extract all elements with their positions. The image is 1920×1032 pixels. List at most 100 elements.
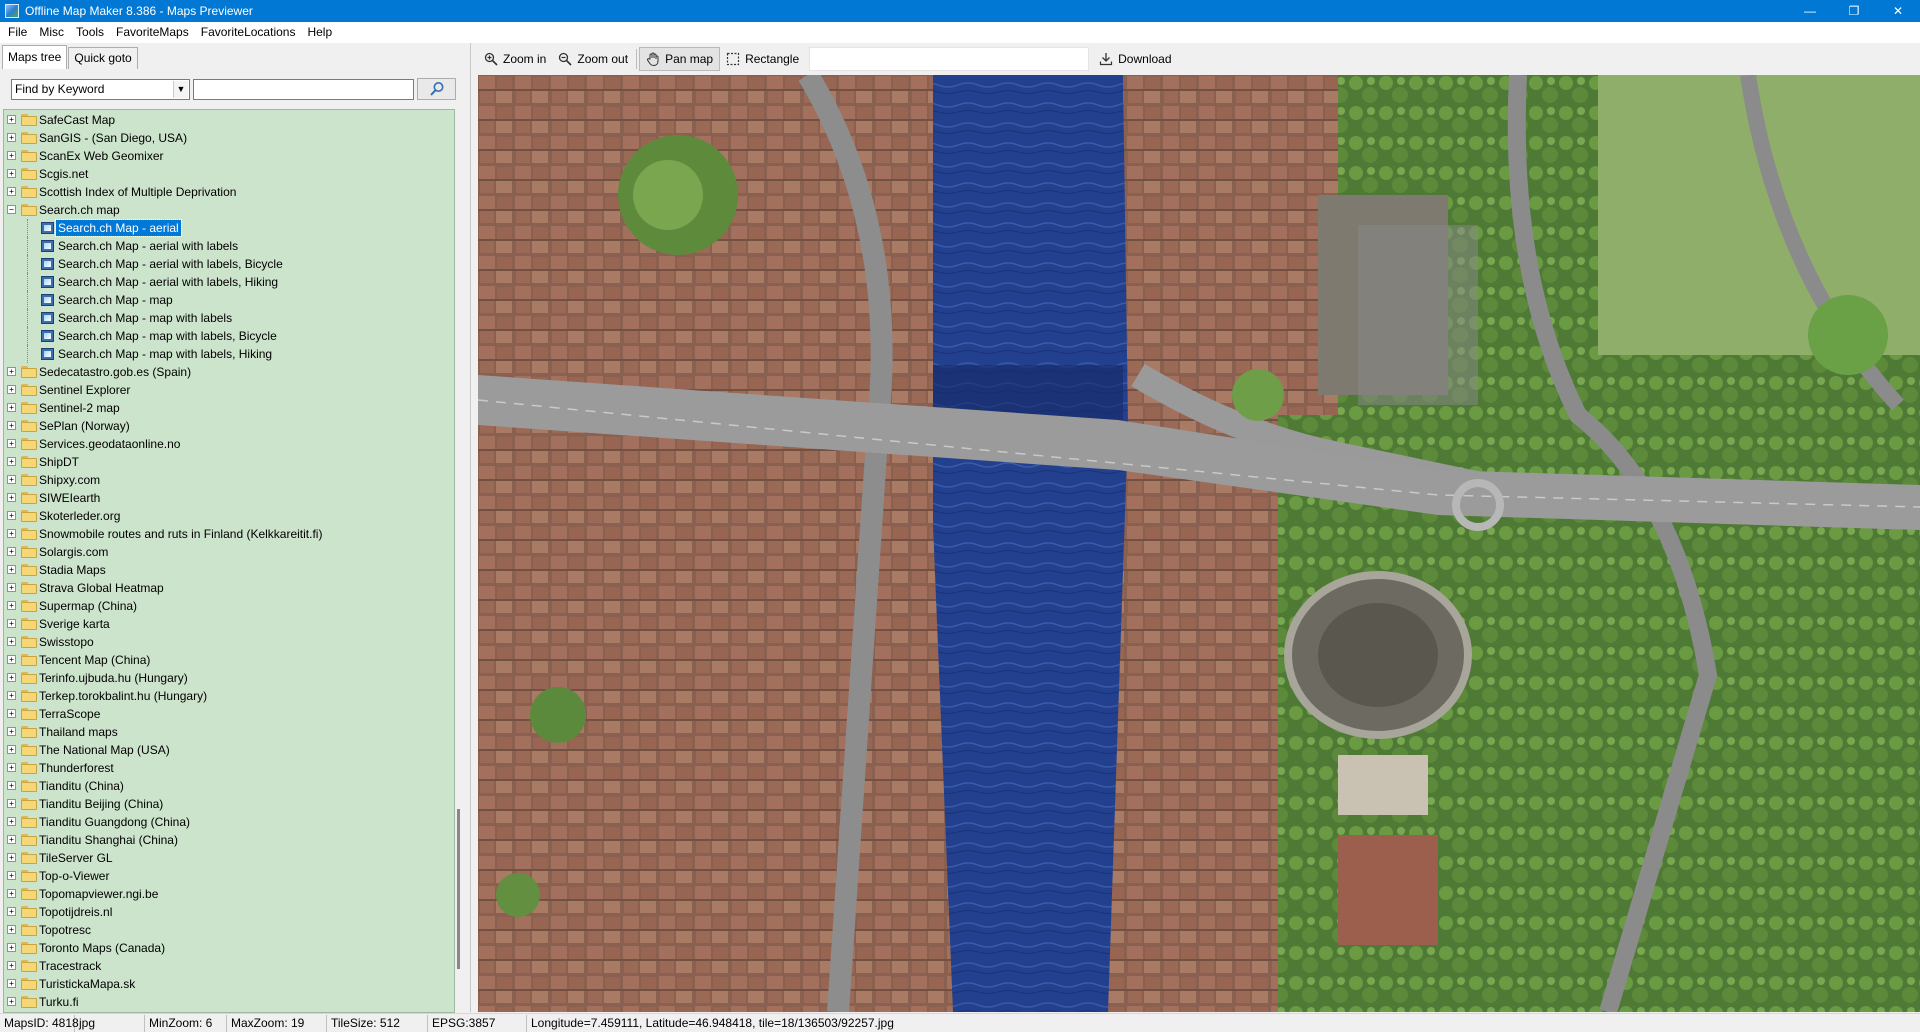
tree-folder[interactable]: + Tianditu (China) [4, 777, 454, 795]
expand-icon[interactable]: + [7, 115, 16, 124]
tree-map-item[interactable]: Search.ch Map - map with labels, Hiking [4, 345, 454, 363]
tree-map-item[interactable]: Search.ch Map - map with labels, Bicycle [4, 327, 454, 345]
menu-favorite-locations[interactable]: FavoriteLocations [195, 22, 302, 43]
tree-folder[interactable]: + Supermap (China) [4, 597, 454, 615]
expand-icon[interactable]: + [7, 583, 16, 592]
tree-folder[interactable]: + Top-o-Viewer [4, 867, 454, 885]
expand-icon[interactable]: + [7, 529, 16, 538]
expand-icon[interactable]: + [7, 169, 16, 178]
tree-folder[interactable]: + Sentinel Explorer [4, 381, 454, 399]
pan-map-button[interactable]: Pan map [639, 47, 721, 71]
tree-folder[interactable]: + Scottish Index of Multiple Deprivation [4, 183, 454, 201]
expand-icon[interactable]: + [7, 925, 16, 934]
tree-folder[interactable]: + SafeCast Map [4, 111, 454, 129]
expand-icon[interactable]: + [7, 655, 16, 664]
tree-folder[interactable]: + Tracestrack [4, 957, 454, 975]
expand-icon[interactable]: + [7, 799, 16, 808]
tree-folder[interactable]: + Topotresc [4, 921, 454, 939]
expand-icon[interactable]: + [7, 835, 16, 844]
expand-icon[interactable]: + [7, 817, 16, 826]
tree-folder[interactable]: + Topomapviewer.ngi.be [4, 885, 454, 903]
close-button[interactable]: ✕ [1876, 0, 1920, 22]
expand-icon[interactable]: + [7, 871, 16, 880]
rectangle-button[interactable]: Rectangle [720, 47, 805, 71]
scrollbar-thumb[interactable] [457, 809, 460, 969]
tree-map-item[interactable]: Search.ch Map - map [4, 291, 454, 309]
expand-icon[interactable]: + [7, 997, 16, 1006]
menu-file[interactable]: File [2, 22, 33, 43]
tree-folder[interactable]: + TerraScope [4, 705, 454, 723]
tree-folder[interactable]: + Tencent Map (China) [4, 651, 454, 669]
tree-folder-open[interactable]: − Search.ch map [4, 201, 454, 219]
tree-folder[interactable]: + SanGIS - (San Diego, USA) [4, 129, 454, 147]
tree-folder[interactable]: + ScanEx Web Geomixer [4, 147, 454, 165]
expand-icon[interactable]: + [7, 385, 16, 394]
expand-icon[interactable]: + [7, 727, 16, 736]
search-button[interactable] [417, 78, 456, 100]
menu-misc[interactable]: Misc [33, 22, 70, 43]
expand-icon[interactable]: + [7, 457, 16, 466]
menu-tools[interactable]: Tools [70, 22, 110, 43]
tree-map-item[interactable]: Search.ch Map - aerial with labels [4, 237, 454, 255]
expand-icon[interactable]: + [7, 511, 16, 520]
tree-folder[interactable]: + Sedecatastro.gob.es (Spain) [4, 363, 454, 381]
maximize-button[interactable]: ❐ [1832, 0, 1876, 22]
tree-folder[interactable]: + Toronto Maps (Canada) [4, 939, 454, 957]
tree-folder[interactable]: + Stadia Maps [4, 561, 454, 579]
tree-folder[interactable]: + Terinfo.ujbuda.hu (Hungary) [4, 669, 454, 687]
tree-folder[interactable]: + Terkep.torokbalint.hu (Hungary) [4, 687, 454, 705]
expand-icon[interactable]: + [7, 421, 16, 430]
zoom-out-button[interactable]: Zoom out [552, 47, 634, 71]
expand-icon[interactable]: + [7, 961, 16, 970]
tree-folder[interactable]: + Tianditu Guangdong (China) [4, 813, 454, 831]
tree-map-item[interactable]: Search.ch Map - map with labels [4, 309, 454, 327]
expand-icon[interactable]: + [7, 475, 16, 484]
tree-map-item[interactable]: Search.ch Map - aerial [4, 219, 454, 237]
tree-folder[interactable]: + Thunderforest [4, 759, 454, 777]
map-view[interactable] [478, 75, 1920, 1012]
tree-folder[interactable]: + Scgis.net [4, 165, 454, 183]
expand-icon[interactable]: + [7, 781, 16, 790]
tree-map-item[interactable]: Search.ch Map - aerial with labels, Hiki… [4, 273, 454, 291]
expand-icon[interactable]: + [7, 403, 16, 412]
expand-icon[interactable]: + [7, 709, 16, 718]
expand-icon[interactable]: + [7, 637, 16, 646]
tree-folder[interactable]: + Turku.fi [4, 993, 454, 1011]
tree-folder[interactable]: + Services.geodataonline.no [4, 435, 454, 453]
menu-help[interactable]: Help [301, 22, 338, 43]
expand-icon[interactable]: + [7, 547, 16, 556]
expand-icon[interactable]: + [7, 565, 16, 574]
expand-icon[interactable]: + [7, 439, 16, 448]
expand-icon[interactable]: + [7, 151, 16, 160]
tree-scrollbar[interactable] [455, 109, 468, 1013]
find-mode-select[interactable]: Find by Keyword ▼ [11, 78, 190, 100]
expand-icon[interactable]: + [7, 943, 16, 952]
expand-icon[interactable]: + [7, 493, 16, 502]
expand-icon[interactable]: + [7, 367, 16, 376]
expand-icon[interactable]: + [7, 673, 16, 682]
tree-folder[interactable]: + Shipxy.com [4, 471, 454, 489]
download-button[interactable]: Download [1093, 47, 1177, 71]
expand-icon[interactable]: + [7, 979, 16, 988]
search-input[interactable] [193, 78, 414, 100]
menu-favorite-maps[interactable]: FavoriteMaps [110, 22, 195, 43]
tree-folder[interactable]: + Topotijdreis.nl [4, 903, 454, 921]
expand-icon[interactable]: + [7, 745, 16, 754]
tab-quick-goto[interactable]: Quick goto [68, 47, 138, 69]
tree-folder[interactable]: + Swisstopo [4, 633, 454, 651]
maps-tree[interactable]: + SafeCast Map + SanGIS - (San Diego, USA) +… [3, 109, 455, 1013]
tree-folder[interactable]: + Sverige karta [4, 615, 454, 633]
tree-folder[interactable]: + Sentinel-2 map [4, 399, 454, 417]
tree-folder[interactable]: + Strava Global Heatmap [4, 579, 454, 597]
expand-icon[interactable]: + [7, 907, 16, 916]
tab-maps-tree[interactable]: Maps tree [2, 45, 68, 69]
expand-icon[interactable]: + [7, 601, 16, 610]
tree-map-item[interactable]: Search.ch Map - aerial with labels, Bicy… [4, 255, 454, 273]
zoom-in-button[interactable]: Zoom in [478, 47, 552, 71]
tree-folder[interactable]: + Solargis.com [4, 543, 454, 561]
tree-folder[interactable]: + ShipDT [4, 453, 454, 471]
tree-folder[interactable]: + SIWEIearth [4, 489, 454, 507]
collapse-icon[interactable]: − [7, 205, 16, 214]
tree-folder[interactable]: + Tianditu Shanghai (China) [4, 831, 454, 849]
expand-icon[interactable]: + [7, 763, 16, 772]
